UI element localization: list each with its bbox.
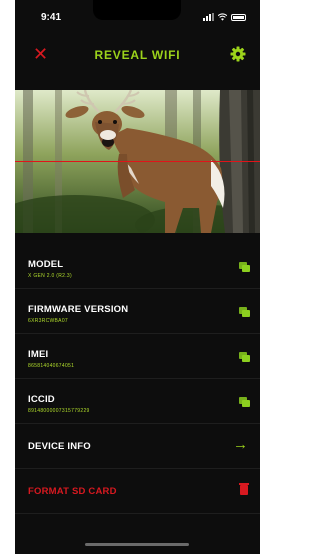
home-indicator: [85, 543, 189, 546]
firmware-label: FIRMWARE VERSION: [28, 304, 129, 315]
copy-icon[interactable]: [239, 262, 250, 273]
copy-icon[interactable]: [239, 352, 250, 363]
device-list: MODEL X GEN 2.0 (R2.3) FIRMWARE VERSION …: [15, 244, 260, 514]
imei-value: 865814040674051: [28, 363, 75, 369]
iccid-row: ICCID 89148000007315779229: [15, 379, 260, 424]
format-sd-card-row[interactable]: FORMAT SD CARD: [15, 469, 260, 514]
camera-preview[interactable]: [15, 90, 260, 233]
format-sd-card-label: FORMAT SD CARD: [28, 486, 117, 497]
page-title: REVEAL WIFI: [94, 48, 181, 62]
imei-row: IMEI 865814040674051: [15, 334, 260, 379]
header: ✕ REVEAL WIFI: [15, 40, 260, 70]
iccid-label: ICCID: [28, 394, 55, 405]
notch: [93, 0, 181, 20]
imei-label: IMEI: [28, 349, 49, 360]
red-guide-line: [15, 161, 260, 162]
gear-icon[interactable]: [230, 46, 246, 62]
trash-icon: [239, 483, 249, 495]
device-info-row[interactable]: DEVICE INFO →: [15, 424, 260, 469]
arrow-right-icon: →: [233, 436, 248, 453]
model-value: X GEN 2.0 (R2.3): [28, 273, 72, 279]
wifi-icon: [218, 13, 227, 21]
device-info-label: DEVICE INFO: [28, 441, 91, 452]
model-label: MODEL: [28, 259, 64, 270]
signal-icon: [203, 13, 214, 21]
status-icons: [203, 13, 246, 21]
phone-screen: 9:41 ✕ REVEAL WIFI MODEL X GEN 2.0 (R2.3…: [15, 0, 260, 554]
copy-icon[interactable]: [239, 307, 250, 318]
iccid-value: 89148000007315779229: [28, 408, 90, 414]
copy-icon[interactable]: [239, 397, 250, 408]
firmware-value: 6XR3RCWBA07: [28, 318, 68, 324]
status-time: 9:41: [41, 12, 62, 23]
firmware-row: FIRMWARE VERSION 6XR3RCWBA07: [15, 289, 260, 334]
status-bar: 9:41: [15, 0, 260, 34]
battery-icon: [231, 13, 246, 21]
model-row: MODEL X GEN 2.0 (R2.3): [15, 244, 260, 289]
